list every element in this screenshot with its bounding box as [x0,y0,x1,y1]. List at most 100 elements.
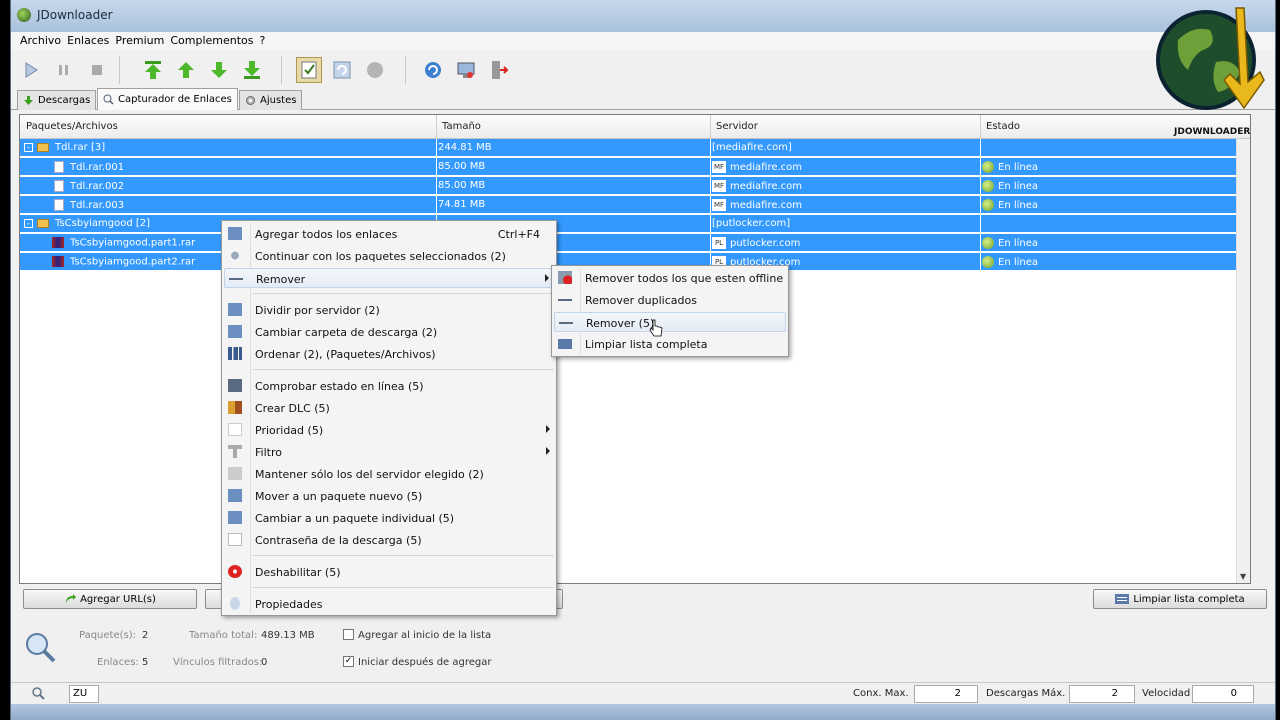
collapse-toggle[interactable]: - [24,218,33,228]
max-connections-label: Conx. Max. [853,688,909,699]
move-bottom-icon [244,61,260,79]
remove-icon [558,299,572,301]
column-header-estado[interactable]: Estado [986,121,1020,132]
table-row[interactable]: Tdl.rar.002 85.00 MB MF mediafire.com En … [20,177,1250,195]
menu-separator [253,293,554,294]
reconnect-button[interactable] [453,57,479,83]
cell-divider [436,196,437,214]
menu-item-move-new-package[interactable]: Mover a un paquete nuevo (5) [224,486,554,506]
submenu-item-remove-offline[interactable]: Remover todos los que esten offline [554,268,786,288]
linkgrabber-status-icon [32,687,45,700]
menu-item-filter[interactable]: Filtro [224,442,554,462]
table-row[interactable]: Tdl.rar.001 85.00 MB MF mediafire.com En … [20,158,1250,176]
folder-icon [228,511,242,524]
row-host: mediafire.com [730,181,803,192]
menu-complementos[interactable]: Complementos [167,32,256,49]
submenu-arrow-icon [546,425,550,433]
app-icon [17,8,31,22]
add-urls-button[interactable]: Agregar URL(s) [23,589,197,609]
exit-button[interactable] [486,57,512,83]
clear-list-icon [558,339,572,349]
remove-icon [229,278,243,280]
table-row[interactable]: TsCsbyiamgood.part1.rar PL putlocker.com … [20,234,1250,252]
jdownloader-logo: JDOWNLOADER [1148,0,1280,137]
menu-item-individual-package[interactable]: Cambiar a un paquete individual (5) [224,508,554,528]
move-up-button[interactable] [173,57,199,83]
cell-divider [980,215,981,233]
menu-item-disable[interactable]: Deshabilitar (5) [224,562,554,582]
check-online-icon [228,379,242,392]
add-urls-label: Agregar URL(s) [80,593,156,605]
pause-button[interactable] [51,57,77,83]
menu-item-change-folder[interactable]: Cambiar carpeta de descarga (2) [224,322,554,342]
app-window: JDownloader Archivo Enlaces Premium Complem… [10,0,1276,720]
add-top-checkbox[interactable] [343,629,354,640]
clipboard-monitor-button[interactable] [296,57,322,83]
table-row[interactable]: Tdl.rar.003 74.81 MB MF mediafire.com En … [20,196,1250,214]
tab-descargas[interactable]: Descargas [17,90,97,110]
mediafire-icon: MF [712,199,726,211]
logo-text: JDOWNLOADER [1174,127,1251,137]
table-row[interactable]: - TsCsbyiamgood [2] [putlocker.com] [20,215,1250,233]
dlc-icon [228,401,242,414]
submenu-item-remove[interactable]: Remover (5) [554,312,786,332]
refresh-button[interactable] [420,57,446,83]
stop-button[interactable] [84,57,110,83]
tab-ajustes[interactable]: Ajustes [239,90,303,110]
row-name: Tdl.rar.001 [70,162,125,173]
column-header-servidor[interactable]: Servidor [716,121,758,132]
row-name: TsCsbyiamgood.part2.rar [70,256,196,268]
row-host: mediafire.com [730,162,803,173]
package-icon [37,218,49,228]
speed-spinner[interactable]: 0 [1192,685,1254,703]
column-header-tamano[interactable]: Tamaño [442,121,481,132]
reconnect-toggle-button[interactable] [329,57,355,83]
menu-item-properties[interactable]: Propiedades [224,594,554,614]
zoom-field[interactable]: ZU [69,685,99,703]
menu-item-remover[interactable]: Remover [224,268,554,288]
scroll-down-arrow-icon[interactable]: ▼ [1240,572,1246,581]
menu-item-label: Remover [256,273,306,286]
menu-item-check-online[interactable]: Comprobar estado en línea (5) [224,376,554,396]
cell-divider [710,234,711,252]
move-down-button[interactable] [206,57,232,83]
premium-toggle-button[interactable] [362,57,388,83]
cell-divider [980,139,981,157]
submenu-item-remove-duplicates[interactable]: Remover duplicados [554,290,786,310]
filtered-label: Vínculos filtrados: [173,657,263,668]
column-header-paquetes[interactable]: Paquetes/Archivos [26,121,118,132]
online-check-icon [982,256,994,268]
menu-item-sort[interactable]: Ordenar (2), (Paquetes/Archivos) [224,344,554,364]
move-top-button[interactable] [140,57,166,83]
add-all-icon [228,227,242,240]
menu-item-keep-host[interactable]: Mantener sólo los del servidor elegido (… [224,464,554,484]
putlocker-icon: PL [712,237,726,249]
max-downloads-spinner[interactable]: 2 [1069,685,1135,703]
menu-item-add-all[interactable]: Agregar todos los enlaces Ctrl+F4 [224,224,554,244]
menu-item-split-by-host[interactable]: Dividir por servidor (2) [224,300,554,320]
move-bottom-button[interactable] [239,57,265,83]
menu-help[interactable]: ? [257,32,269,49]
continue-icon [228,249,242,262]
menu-enlaces[interactable]: Enlaces [64,32,112,49]
collapse-toggle[interactable]: - [24,142,33,152]
menu-archivo[interactable]: Archivo [17,32,64,49]
menu-item-label: Mantener sólo los del servidor elegido (… [255,468,484,481]
menu-item-password[interactable]: Contraseña de la descarga (5) [224,530,554,550]
menu-item-label: Limpiar lista completa [585,338,708,351]
start-after-checkbox[interactable]: ✓ [343,656,354,667]
play-button[interactable] [18,57,44,83]
tab-capturador[interactable]: Capturador de Enlaces [97,88,238,110]
menu-premium[interactable]: Premium [112,32,167,49]
menu-item-priority[interactable]: Prioridad (5) [224,420,554,440]
table-row[interactable]: - Tdl.rar [3] 244.81 MB [mediafire.com] [20,139,1250,157]
clear-list-button[interactable]: Limpiar lista completa [1093,589,1267,609]
table-scrollbar[interactable]: ▼ [1236,139,1250,583]
submenu-item-clear-list[interactable]: Limpiar lista completa [554,334,786,354]
menu-item-shortcut: Ctrl+F4 [497,228,540,241]
max-connections-spinner[interactable]: 2 [914,685,978,703]
menu-item-label: Remover (5) [586,317,655,330]
menu-item-continue[interactable]: Continuar con los paquetes seleccionados… [224,246,554,266]
rar-archive-icon [52,237,64,248]
menu-item-create-dlc[interactable]: Crear DLC (5) [224,398,554,418]
